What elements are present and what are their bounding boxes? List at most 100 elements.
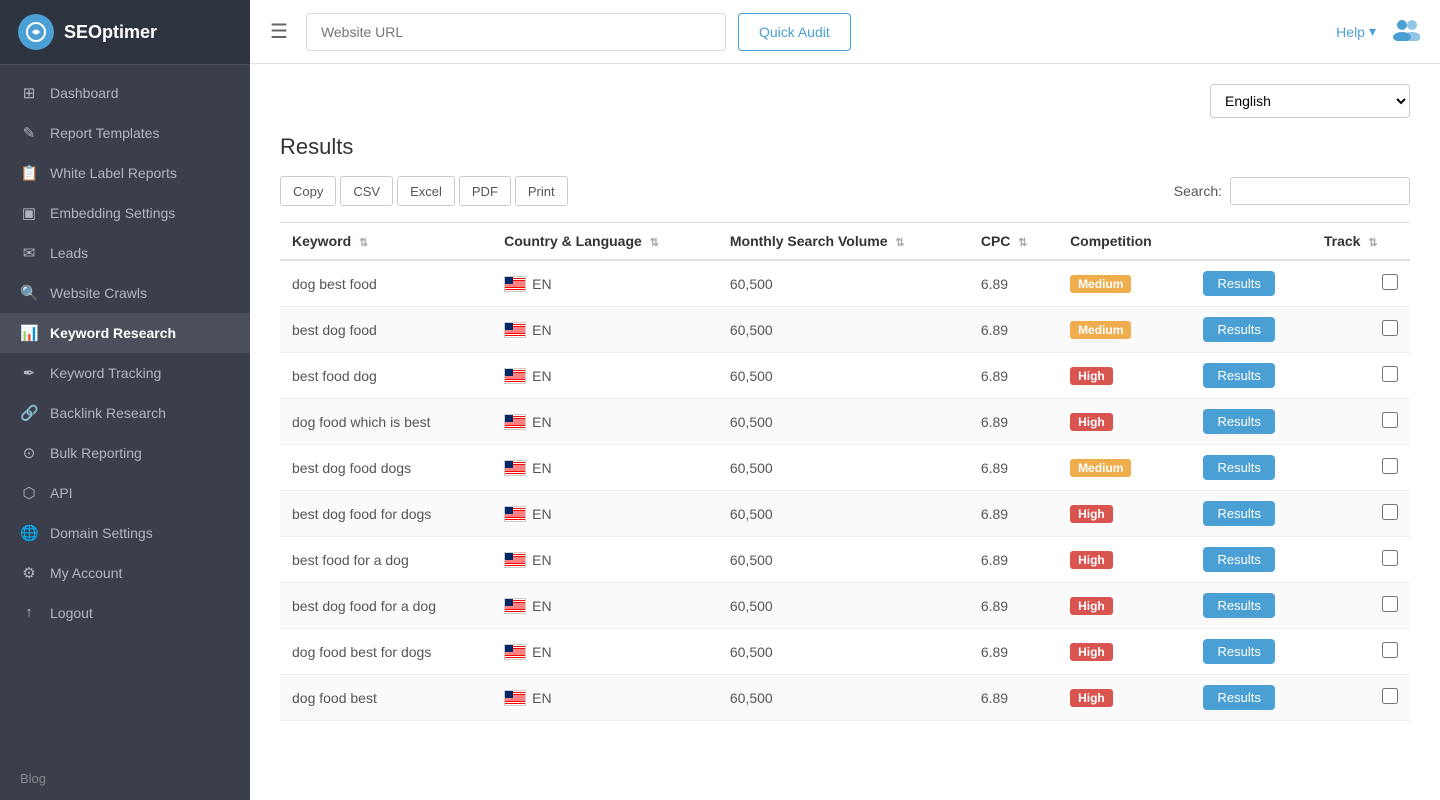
track-checkbox[interactable] — [1382, 320, 1398, 336]
sidebar-item-leads[interactable]: ✉ Leads — [0, 233, 250, 273]
export-btn-copy[interactable]: Copy — [280, 176, 336, 206]
sidebar-blog-link[interactable]: Blog — [0, 757, 250, 800]
export-btn-pdf[interactable]: PDF — [459, 176, 511, 206]
table-header: Keyword ⇅ Country & Language ⇅ Monthly S… — [280, 223, 1410, 261]
results-button[interactable]: Results — [1203, 363, 1274, 388]
sidebar-logo[interactable]: SEOptimer — [0, 0, 250, 65]
td-results-btn: Results — [1191, 629, 1311, 675]
td-cpc: 6.89 — [969, 260, 1058, 307]
td-competition: High — [1058, 491, 1191, 537]
country-lang-label: EN — [532, 552, 551, 568]
td-cpc: 6.89 — [969, 583, 1058, 629]
results-button[interactable]: Results — [1203, 317, 1274, 342]
td-track — [1312, 353, 1410, 399]
track-checkbox[interactable] — [1382, 688, 1398, 704]
results-button[interactable]: Results — [1203, 501, 1274, 526]
competition-badge: Medium — [1070, 321, 1131, 339]
td-competition: Medium — [1058, 445, 1191, 491]
us-flag-icon — [504, 506, 526, 522]
results-button[interactable]: Results — [1203, 271, 1274, 296]
us-flag-icon — [504, 460, 526, 476]
td-keyword: best food dog — [280, 353, 492, 399]
export-btn-csv[interactable]: CSV — [340, 176, 393, 206]
topbar: ☰ Quick Audit Help ▾ — [250, 0, 1440, 64]
sidebar-item-keyword-research[interactable]: 📊 Keyword Research — [0, 313, 250, 353]
search-input[interactable] — [1230, 177, 1410, 205]
table-row: best food dog EN 60,500 6.89 High Result… — [280, 353, 1410, 399]
track-checkbox[interactable] — [1382, 366, 1398, 382]
td-country: EN — [492, 260, 718, 307]
us-flag-icon — [504, 644, 526, 660]
menu-icon[interactable]: ☰ — [270, 19, 288, 44]
track-checkbox[interactable] — [1382, 642, 1398, 658]
td-country: EN — [492, 583, 718, 629]
td-cpc: 6.89 — [969, 675, 1058, 721]
competition-badge: High — [1070, 643, 1113, 661]
results-button[interactable]: Results — [1203, 639, 1274, 664]
td-country: EN — [492, 491, 718, 537]
track-checkbox[interactable] — [1382, 274, 1398, 290]
th-country-language: Country & Language ⇅ — [492, 223, 718, 261]
sidebar-item-logout[interactable]: ↑ Logout — [0, 593, 250, 632]
export-btn-excel[interactable]: Excel — [397, 176, 455, 206]
country-lang-label: EN — [532, 414, 551, 430]
td-results-btn: Results — [1191, 399, 1311, 445]
td-competition: Medium — [1058, 260, 1191, 307]
td-competition: High — [1058, 629, 1191, 675]
td-track — [1312, 260, 1410, 307]
main-area: ☰ Quick Audit Help ▾ EnglishSpanishFrenc… — [250, 0, 1440, 800]
sidebar-item-backlink-research[interactable]: 🔗 Backlink Research — [0, 393, 250, 433]
sidebar-item-website-crawls[interactable]: 🔍 Website Crawls — [0, 273, 250, 313]
table-row: dog food which is best EN 60,500 6.89 Hi… — [280, 399, 1410, 445]
help-button[interactable]: Help ▾ — [1336, 23, 1376, 40]
country-lang-label: EN — [532, 598, 551, 614]
td-keyword: dog best food — [280, 260, 492, 307]
logo-text: SEOptimer — [64, 22, 157, 43]
td-country: EN — [492, 629, 718, 675]
table-row: best food for a dog EN 60,500 6.89 High … — [280, 537, 1410, 583]
track-checkbox[interactable] — [1382, 504, 1398, 520]
sidebar-item-embedding-settings[interactable]: ▣ Embedding Settings — [0, 193, 250, 233]
table-row: best dog food dogs EN 60,500 6.89 Medium… — [280, 445, 1410, 491]
td-country: EN — [492, 307, 718, 353]
td-volume: 60,500 — [718, 307, 969, 353]
nav-icon-domain-settings: 🌐 — [20, 524, 38, 542]
results-button[interactable]: Results — [1203, 455, 1274, 480]
export-buttons-group: CopyCSVExcelPDFPrint — [280, 176, 568, 206]
nav-icon-logout: ↑ — [20, 604, 38, 621]
nav-icon-keyword-research: 📊 — [20, 324, 38, 342]
nav-label-my-account: My Account — [50, 565, 122, 581]
country-lang-label: EN — [532, 460, 551, 476]
language-select[interactable]: EnglishSpanishFrenchGermanItalian — [1210, 84, 1410, 118]
sidebar-item-white-label-reports[interactable]: 📋 White Label Reports — [0, 153, 250, 193]
users-icon[interactable] — [1392, 17, 1420, 47]
results-button[interactable]: Results — [1203, 409, 1274, 434]
sidebar-item-bulk-reporting[interactable]: ⊙ Bulk Reporting — [0, 433, 250, 473]
results-button[interactable]: Results — [1203, 547, 1274, 572]
nav-label-white-label-reports: White Label Reports — [50, 165, 177, 181]
results-button[interactable]: Results — [1203, 593, 1274, 618]
export-btn-print[interactable]: Print — [515, 176, 568, 206]
competition-badge: High — [1070, 413, 1113, 431]
sidebar-item-my-account[interactable]: ⚙ My Account — [0, 553, 250, 593]
results-button[interactable]: Results — [1203, 685, 1274, 710]
track-checkbox[interactable] — [1382, 458, 1398, 474]
quick-audit-button[interactable]: Quick Audit — [738, 13, 851, 51]
country-lang-label: EN — [532, 506, 551, 522]
sidebar-item-dashboard[interactable]: ⊞ Dashboard — [0, 73, 250, 113]
sidebar-item-report-templates[interactable]: ✎ Report Templates — [0, 113, 250, 153]
competition-badge: High — [1070, 505, 1113, 523]
track-checkbox[interactable] — [1382, 596, 1398, 612]
td-competition: High — [1058, 353, 1191, 399]
website-url-input[interactable] — [306, 13, 726, 51]
sidebar-item-api[interactable]: ⬡ API — [0, 473, 250, 513]
sidebar-item-keyword-tracking[interactable]: ✒ Keyword Tracking — [0, 353, 250, 393]
track-checkbox[interactable] — [1382, 412, 1398, 428]
search-row: Search: — [1174, 177, 1410, 205]
sidebar-item-domain-settings[interactable]: 🌐 Domain Settings — [0, 513, 250, 553]
nav-icon-backlink-research: 🔗 — [20, 404, 38, 422]
td-results-btn: Results — [1191, 445, 1311, 491]
table-row: best dog food for dogs EN 60,500 6.89 Hi… — [280, 491, 1410, 537]
track-checkbox[interactable] — [1382, 550, 1398, 566]
competition-badge: High — [1070, 367, 1113, 385]
